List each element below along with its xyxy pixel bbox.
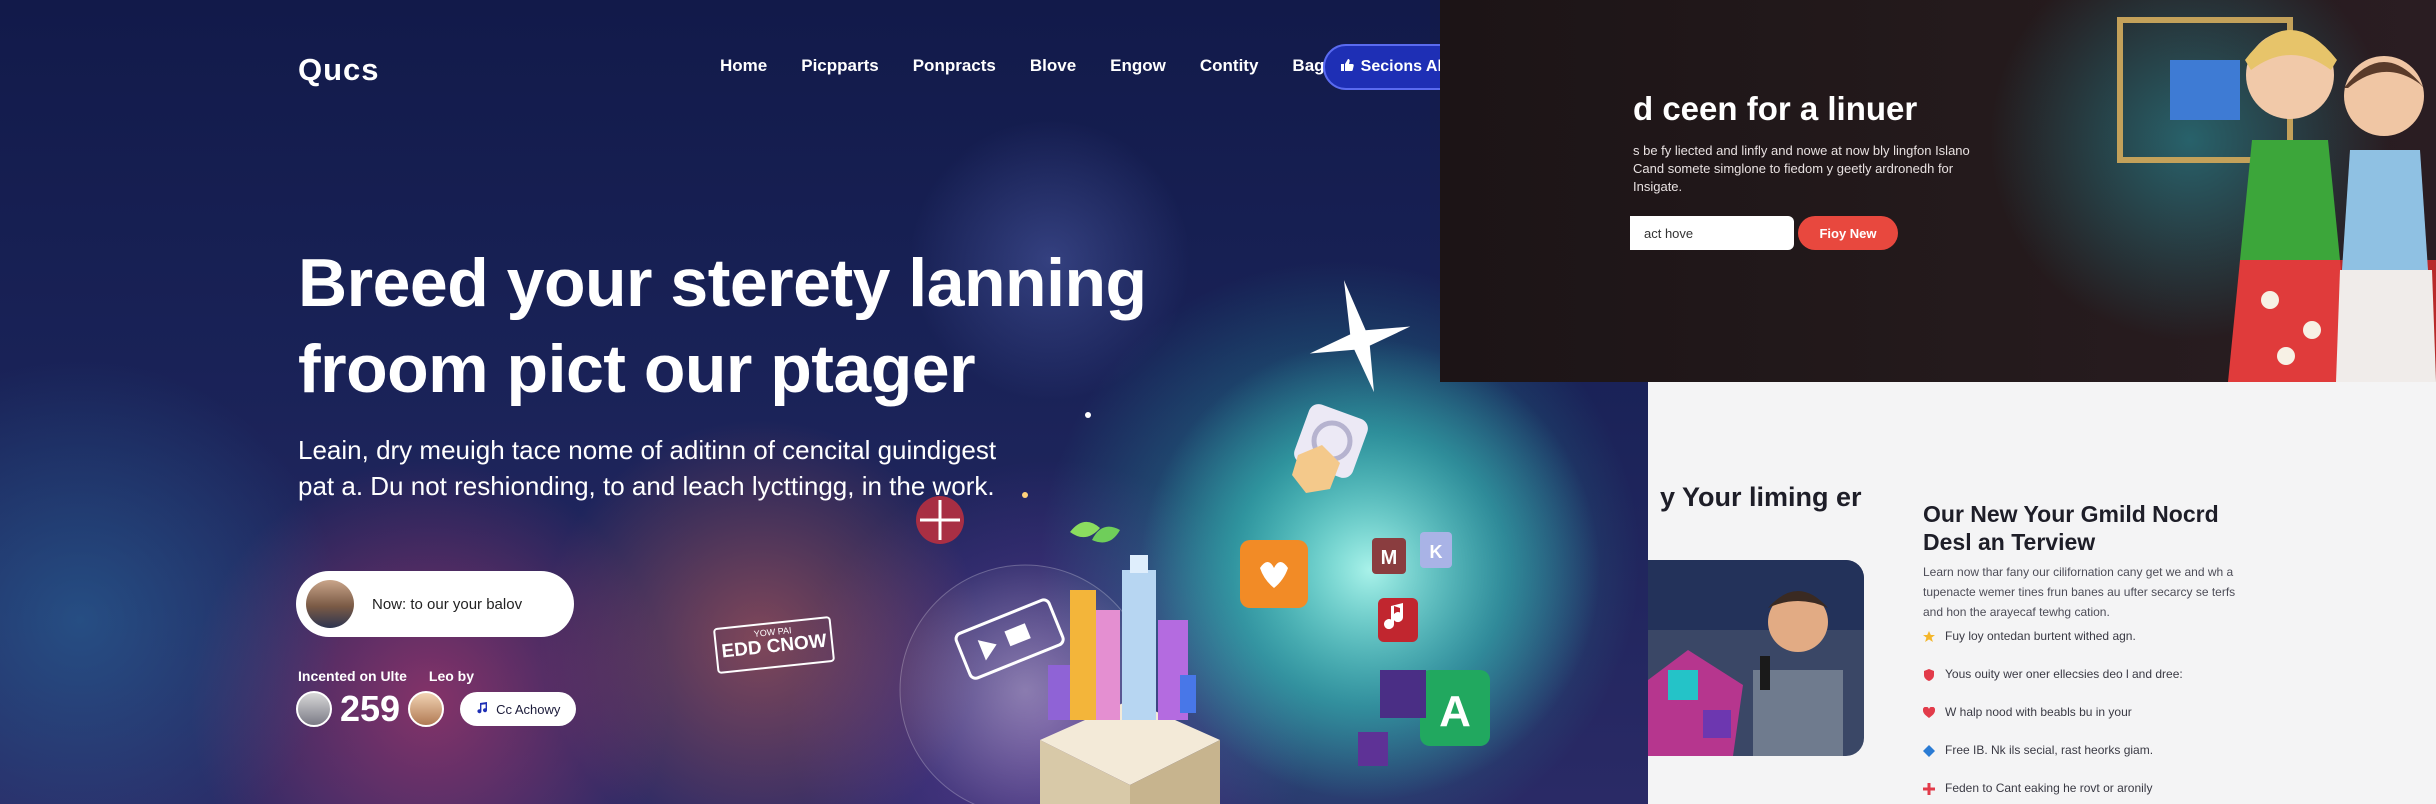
diamond-icon bbox=[1923, 745, 1935, 757]
nav-item-home[interactable]: Home bbox=[720, 56, 767, 76]
promo-input[interactable] bbox=[1630, 216, 1794, 250]
promo-panel: d ceen for a linuer s be fy liected and … bbox=[1440, 0, 2436, 382]
achowy-label: Cc Achowy bbox=[496, 701, 561, 717]
plus-icon bbox=[1923, 783, 1935, 795]
hero-input[interactable] bbox=[370, 594, 554, 614]
stat-label-leo: Leo by bbox=[428, 668, 475, 684]
nav-item-bag-label: Bag bbox=[1292, 56, 1325, 75]
thumbs-up-icon bbox=[1340, 58, 1354, 77]
play-now-button[interactable]: Fioy New bbox=[1798, 216, 1898, 250]
nav-item-blove[interactable]: Blove bbox=[1030, 56, 1076, 76]
star-icon bbox=[1923, 631, 1935, 643]
svg-text:M: M bbox=[1381, 547, 1398, 569]
nav-item-contity[interactable]: Contity bbox=[1200, 56, 1259, 76]
svg-text:A: A bbox=[1439, 687, 1471, 736]
svg-text:K: K bbox=[1430, 542, 1443, 562]
letter-a-app-icon: A bbox=[1420, 670, 1490, 746]
sparkle-icon bbox=[1085, 412, 1091, 418]
avatar bbox=[296, 691, 332, 727]
iso-tower bbox=[1048, 665, 1070, 720]
feature-list: Fuy loy ontedan burtent withed agn. Yous… bbox=[1922, 629, 2183, 804]
iso-bottle bbox=[1122, 570, 1156, 720]
kids-illustration bbox=[2117, 17, 2436, 382]
microphone-icon bbox=[1760, 656, 1770, 690]
main-nav: Home Picpparts Ponpracts Blove Engow Con… bbox=[720, 56, 1378, 76]
list-item: W halp nood with beabls bu in your bbox=[1922, 705, 2183, 743]
boy-shorts bbox=[2336, 270, 2436, 382]
list-item-text: Feden to Cant eaking he rovt or aronily bbox=[1945, 781, 2153, 795]
avatar bbox=[408, 691, 445, 727]
edd-now-badge: YOW PAI EDD CNOW bbox=[712, 615, 836, 675]
stat-label-incented: Incented on Ulte bbox=[298, 668, 407, 684]
list-item-text: Yous ouity wer oner ellecsies deo l and … bbox=[1945, 667, 2183, 681]
iso-tower bbox=[1180, 675, 1196, 713]
section-heading: y Your liming er bbox=[1660, 482, 1862, 512]
list-item-text: Fuy loy ontedan burtent withed agn. bbox=[1945, 629, 2136, 643]
achowy-pill-button[interactable]: Cc Achowy bbox=[460, 692, 577, 726]
glow-orb bbox=[1140, 340, 1600, 800]
avatar bbox=[306, 580, 354, 628]
letter-m-icon: M bbox=[1372, 538, 1406, 574]
boy-shirt bbox=[2342, 150, 2428, 270]
nav-item-picpparts[interactable]: Picpparts bbox=[801, 56, 878, 76]
music-app-icon bbox=[1378, 598, 1418, 642]
card-title: Our New Your Gmild Nocrd Desl an Terview bbox=[1923, 501, 2219, 555]
list-item-text: Free IB. Nk ils secial, rast heorks giam… bbox=[1945, 743, 2154, 757]
stat-row: 259 Cc Achowy bbox=[296, 688, 577, 730]
stat-count: 259 bbox=[340, 688, 401, 729]
promo-paragraph: s be fy liected and linfly and nowe at n… bbox=[1633, 143, 1970, 194]
girl-shirt bbox=[2240, 140, 2340, 260]
hero-signup-field[interactable] bbox=[296, 571, 574, 637]
interview-photo bbox=[1648, 560, 1864, 756]
card-description: Learn now thar fany our cilifornation ca… bbox=[1923, 565, 2236, 619]
hero-section: Qucs Home Picpparts Ponpracts Blove Engo… bbox=[0, 0, 1648, 804]
list-item: Feden to Cant eaking he rovt or aronily bbox=[1923, 781, 2183, 804]
frame-screen bbox=[2170, 60, 2240, 120]
nav-item-engow[interactable]: Engow bbox=[1110, 56, 1166, 76]
iso-cube bbox=[1380, 670, 1426, 718]
logo[interactable]: Qucs bbox=[298, 52, 380, 88]
list-item: Fuy loy ontedan burtent withed agn. bbox=[1923, 629, 2183, 667]
sections-all-label: Secions All bbox=[1360, 58, 1447, 75]
letter-k-icon: K bbox=[1420, 532, 1452, 568]
iso-bottle-cap bbox=[1130, 555, 1148, 573]
list-item: Yous ouity wer oner ellecsies deo l and … bbox=[1923, 667, 2183, 705]
sparkle-icon bbox=[1022, 492, 1028, 498]
music-note-icon bbox=[476, 701, 488, 717]
list-item-text: W halp nood with beabls bu in your bbox=[1945, 705, 2132, 719]
nav-item-ponpracts[interactable]: Ponpracts bbox=[913, 56, 996, 76]
interview-section: y Your liming er Our New Your Gmild Nocr… bbox=[1648, 382, 2436, 804]
iso-tower bbox=[1096, 610, 1120, 720]
iso-cube bbox=[1358, 732, 1388, 766]
heart-icon bbox=[1922, 706, 1936, 719]
list-item: Free IB. Nk ils secial, rast heorks giam… bbox=[1923, 743, 2183, 781]
iso-tower bbox=[1070, 590, 1096, 720]
promo-heading: d ceen for a linuer bbox=[1633, 90, 1918, 127]
stat-labels: Incented on Ulte Leo by bbox=[298, 668, 474, 684]
shield-icon bbox=[1923, 669, 1935, 681]
heart-app-icon bbox=[1240, 540, 1308, 608]
